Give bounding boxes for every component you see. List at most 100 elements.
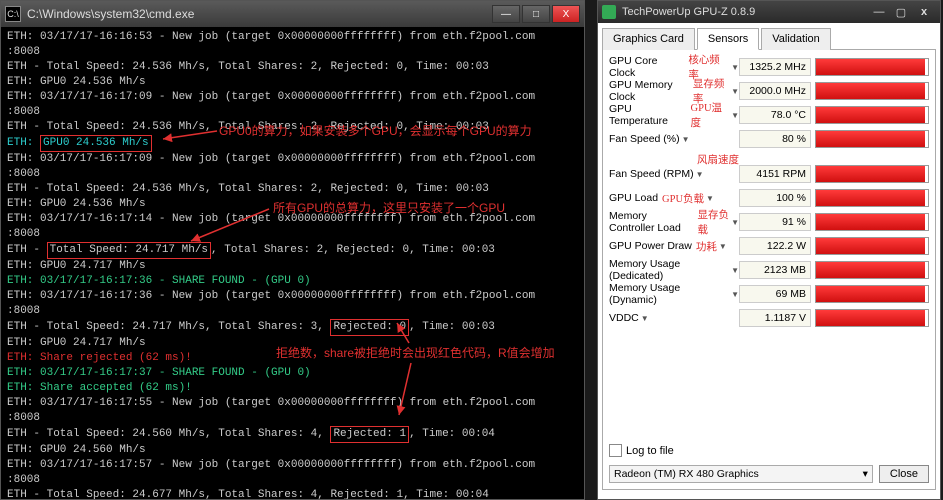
gpu-select[interactable]: Radeon (TM) RX 480 Graphics ▾ bbox=[609, 465, 873, 483]
log-to-file-row: Log to file bbox=[609, 444, 674, 457]
cmd-line: :8008 bbox=[7, 45, 578, 60]
cmd-line: ETH: 03/17/17-16:17:09 - New job (target… bbox=[7, 152, 578, 167]
sensor-row: Fan Speed (RPM)▼4151 RPM bbox=[609, 163, 929, 185]
cmd-line: ETH: 03/17/17-16:17:36 - New job (target… bbox=[7, 289, 578, 304]
sensor-sparkline bbox=[815, 189, 929, 207]
sensor-row: Fan Speed (%)▼80 % bbox=[609, 128, 929, 150]
chevron-down-icon[interactable]: ▼ bbox=[731, 63, 739, 72]
sensor-row: GPU Power Draw功耗▼122.2 W bbox=[609, 235, 929, 257]
sensor-sparkline bbox=[815, 82, 929, 100]
minimize-button[interactable]: — bbox=[492, 5, 520, 23]
cmd-line: :8008 bbox=[7, 304, 578, 319]
gpuz-tabs: Graphics Card Sensors Validation bbox=[602, 27, 936, 50]
cmd-line: ETH - Total Speed: 24.677 Mh/s, Total Sh… bbox=[7, 488, 578, 499]
cmd-line: :8008 bbox=[7, 411, 578, 426]
gpuz-window: TechPowerUp GPU-Z 0.8.9 — ▢ x Graphics C… bbox=[597, 0, 941, 500]
sensor-label[interactable]: Memory Usage (Dedicated)▼ bbox=[609, 258, 739, 282]
cmd-line: ETH - Total Speed: 24.536 Mh/s, Total Sh… bbox=[7, 60, 578, 75]
cmd-line: :8008 bbox=[7, 105, 578, 120]
chevron-down-icon[interactable]: ▼ bbox=[682, 135, 690, 144]
log-to-file-checkbox[interactable] bbox=[609, 444, 622, 457]
sensor-sparkline bbox=[815, 237, 929, 255]
chevron-down-icon[interactable]: ▼ bbox=[706, 194, 714, 203]
sensor-value: 78.0 °C bbox=[739, 106, 811, 124]
gpuz-body: Graphics Card Sensors Validation GPU Cor… bbox=[598, 23, 940, 499]
sensor-sparkline bbox=[815, 309, 929, 327]
gpuz-title: TechPowerUp GPU-Z 0.8.9 bbox=[622, 6, 868, 18]
chevron-down-icon[interactable]: ▼ bbox=[641, 314, 649, 323]
tab-validation[interactable]: Validation bbox=[761, 28, 831, 50]
sensor-label[interactable]: VDDC▼ bbox=[609, 312, 739, 324]
gpuz-titlebar[interactable]: TechPowerUp GPU-Z 0.8.9 — ▢ x bbox=[598, 1, 940, 23]
cmd-line: ETH: Share accepted (62 ms)! bbox=[7, 381, 578, 396]
sensor-value: 100 % bbox=[739, 189, 811, 207]
cmd-title: C:\Windows\system32\cmd.exe bbox=[27, 7, 490, 21]
sensor-value: 91 % bbox=[739, 213, 811, 231]
sensor-row: GPU TemperatureGPU温度▼78.0 °C bbox=[609, 104, 929, 126]
cmd-line: ETH: GPU0 24.560 Mh/s bbox=[7, 443, 578, 458]
sensor-sparkline bbox=[815, 261, 929, 279]
sensor-value: 80 % bbox=[739, 130, 811, 148]
tab-graphics-card[interactable]: Graphics Card bbox=[602, 28, 695, 50]
sensor-label[interactable]: GPU Power Draw功耗▼ bbox=[609, 239, 739, 254]
sensor-row: GPU LoadGPU负载▼100 % bbox=[609, 187, 929, 209]
cmd-icon: C:\ bbox=[5, 6, 21, 22]
sensor-sparkline bbox=[815, 58, 929, 76]
sensor-sparkline bbox=[815, 213, 929, 231]
sensor-label[interactable]: Fan Speed (RPM)▼ bbox=[609, 168, 739, 180]
cmd-line: ETH - Total Speed: 24.717 Mh/s, Total Sh… bbox=[7, 319, 578, 336]
sensor-row: GPU Core Clock核心频率▼1325.2 MHz bbox=[609, 56, 929, 78]
maximize-button[interactable]: □ bbox=[522, 5, 550, 23]
sensor-value: 69 MB bbox=[739, 285, 811, 303]
sensor-label[interactable]: GPU TemperatureGPU温度▼ bbox=[609, 100, 739, 130]
sensor-row: Memory Usage (Dedicated)▼2123 MB bbox=[609, 259, 929, 281]
cmd-line: ETH: GPU0 24.536 Mh/s bbox=[7, 75, 578, 90]
cmd-line: ETH - Total Speed: 24.717 Mh/s, Total Sh… bbox=[7, 242, 578, 259]
cmd-output: GPU0的算力，如果安装多个GPU，会显示每个GPU的算力 所有GPU的总算力，… bbox=[1, 27, 584, 499]
sensor-sparkline bbox=[815, 165, 929, 183]
cmd-line: ETH: GPU0 24.717 Mh/s bbox=[7, 259, 578, 274]
chevron-down-icon[interactable]: ▼ bbox=[731, 87, 739, 96]
chevron-down-icon[interactable]: ▼ bbox=[731, 290, 739, 299]
cmd-line: ETH - Total Speed: 24.560 Mh/s, Total Sh… bbox=[7, 426, 578, 443]
chevron-down-icon[interactable]: ▼ bbox=[731, 111, 739, 120]
annotation-rejected: 拒绝数，share被拒绝时会出现红色代码，R值会增加 bbox=[276, 346, 555, 361]
gpuz-maximize-button[interactable]: ▢ bbox=[890, 6, 912, 19]
gpu-select-value: Radeon (TM) RX 480 Graphics bbox=[614, 468, 759, 480]
cmd-window: C:\ C:\Windows\system32\cmd.exe — □ X GP… bbox=[0, 0, 585, 500]
sensor-sparkline bbox=[815, 106, 929, 124]
sensor-sparkline bbox=[815, 130, 929, 148]
close-button[interactable]: X bbox=[552, 5, 580, 23]
sensor-value: 1.1187 V bbox=[739, 309, 811, 327]
sensor-value: 1325.2 MHz bbox=[739, 58, 811, 76]
cmd-line: ETH: 03/17/17-16:16:53 - New job (target… bbox=[7, 30, 578, 45]
chevron-down-icon[interactable]: ▼ bbox=[719, 242, 727, 251]
gpuz-panel-close-button[interactable]: Close bbox=[879, 465, 929, 483]
sensor-label[interactable]: Fan Speed (%)▼ bbox=[609, 133, 739, 145]
tab-sensors[interactable]: Sensors bbox=[697, 28, 759, 50]
sensor-label[interactable]: Memory Controller Load显存负载▼ bbox=[609, 207, 739, 237]
sensor-value: 4151 RPM bbox=[739, 165, 811, 183]
cmd-titlebar[interactable]: C:\ C:\Windows\system32\cmd.exe — □ X bbox=[1, 1, 584, 27]
sensor-label[interactable]: GPU LoadGPU负载▼ bbox=[609, 191, 739, 206]
annotation-gpu0: GPU0的算力，如果安装多个GPU，会显示每个GPU的算力 bbox=[219, 124, 532, 139]
cmd-line: :8008 bbox=[7, 227, 578, 242]
gpuz-close-button[interactable]: x bbox=[912, 6, 936, 18]
chevron-down-icon[interactable]: ▼ bbox=[731, 266, 739, 275]
gpuz-minimize-button[interactable]: — bbox=[868, 6, 890, 18]
gpuz-icon bbox=[602, 5, 616, 19]
chevron-down-icon[interactable]: ▼ bbox=[696, 170, 704, 179]
cmd-line: :8008 bbox=[7, 167, 578, 182]
chevron-down-icon: ▾ bbox=[863, 468, 868, 480]
sensor-value: 122.2 W bbox=[739, 237, 811, 255]
cmd-line: ETH: 03/17/17-16:17:09 - New job (target… bbox=[7, 90, 578, 105]
sensor-value: 2123 MB bbox=[739, 261, 811, 279]
sensor-row: GPU Memory Clock显存频率▼2000.0 MHz bbox=[609, 80, 929, 102]
chevron-down-icon[interactable]: ▼ bbox=[731, 218, 739, 227]
cmd-line: ETH: 03/17/17-16:17:36 - SHARE FOUND - (… bbox=[7, 274, 578, 289]
sensor-row: Memory Usage (Dynamic)▼69 MB bbox=[609, 283, 929, 305]
sensor-label[interactable]: Memory Usage (Dynamic)▼ bbox=[609, 282, 739, 306]
sensor-row: Memory Controller Load显存负载▼91 % bbox=[609, 211, 929, 233]
log-to-file-label: Log to file bbox=[626, 445, 674, 457]
sensor-row: VDDC▼1.1187 V bbox=[609, 307, 929, 329]
